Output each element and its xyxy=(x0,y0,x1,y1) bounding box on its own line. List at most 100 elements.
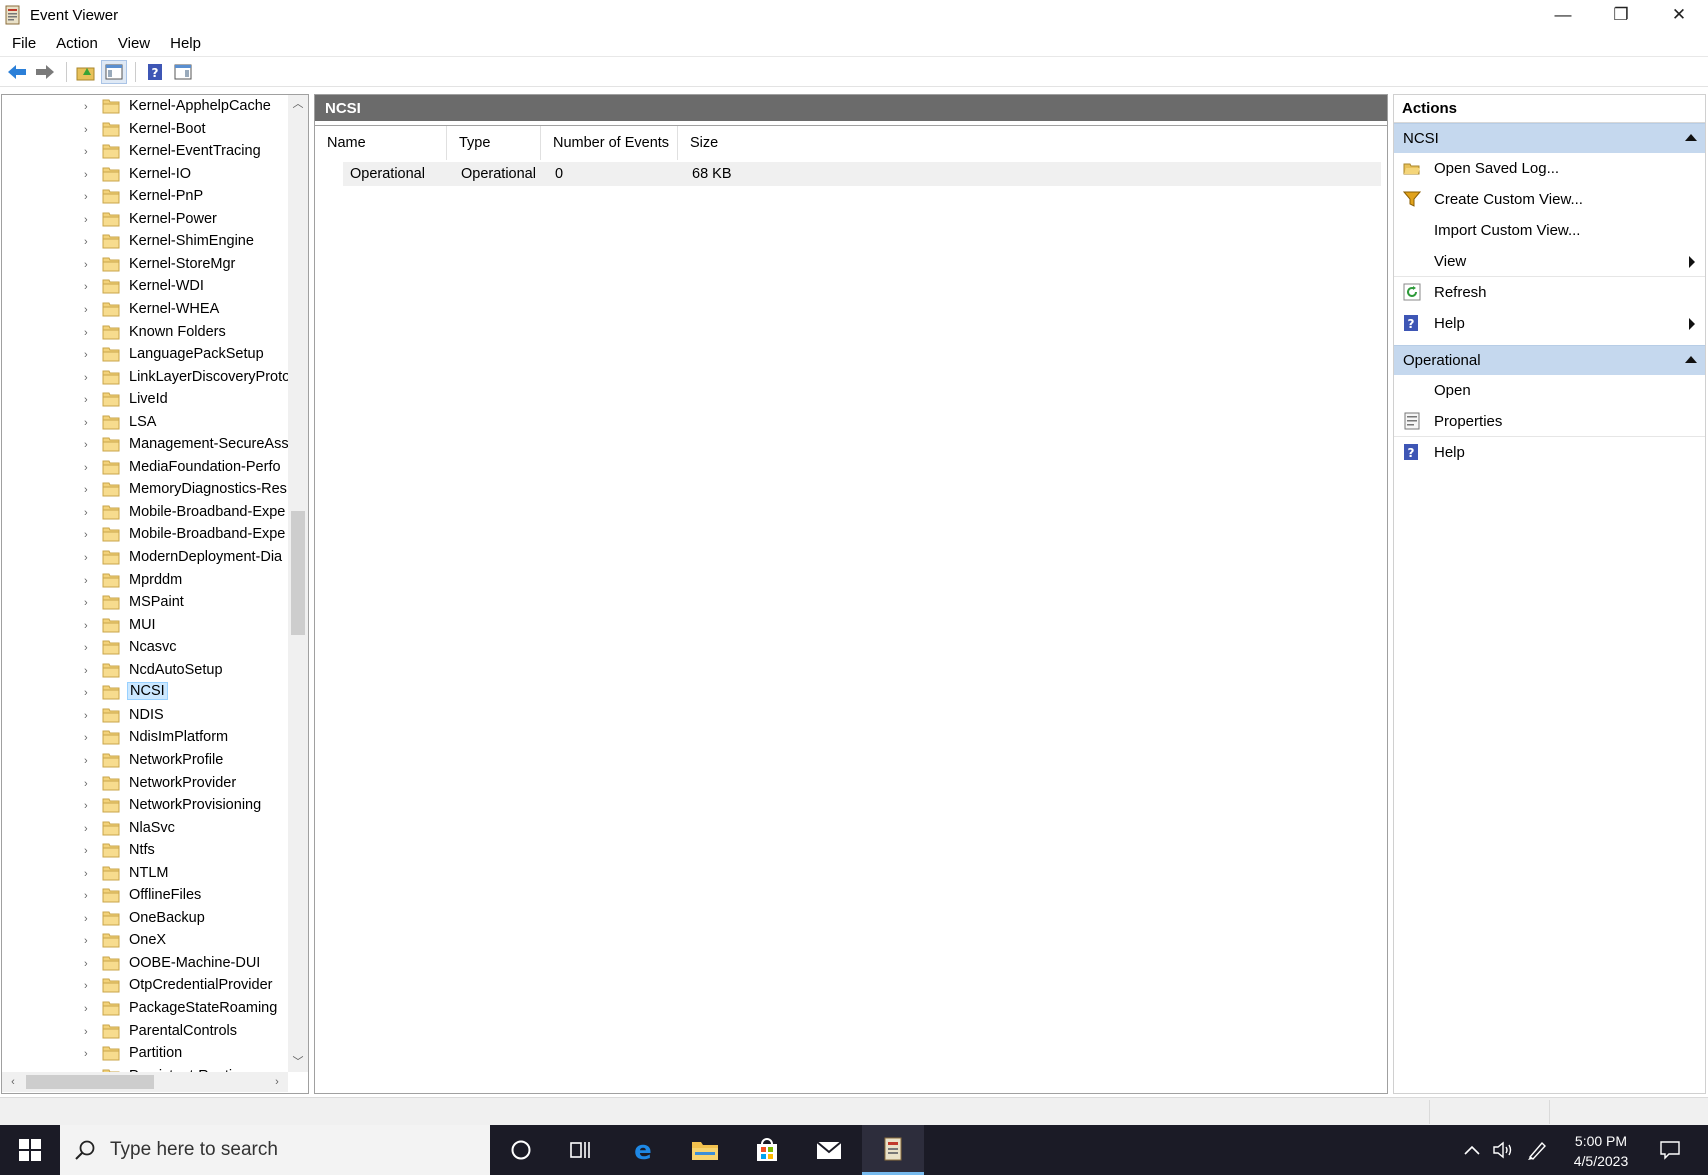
tree-horizontal-scrollbar[interactable]: ‹ › xyxy=(2,1072,288,1092)
expand-chevron-icon[interactable]: › xyxy=(84,958,94,969)
tree-item[interactable]: › NCSI xyxy=(2,682,288,704)
expand-chevron-icon[interactable]: › xyxy=(84,733,94,744)
expand-chevron-icon[interactable]: › xyxy=(84,598,94,609)
expand-chevron-icon[interactable]: › xyxy=(84,124,94,135)
expand-chevron-icon[interactable]: › xyxy=(84,214,94,225)
menu-help[interactable]: Help xyxy=(162,35,209,52)
expand-chevron-icon[interactable]: › xyxy=(84,372,94,383)
tree-item[interactable]: › ParentalControls xyxy=(2,1021,288,1043)
column-header-number-of-events[interactable]: Number of Events xyxy=(541,126,678,160)
expand-chevron-icon[interactable]: › xyxy=(84,282,94,293)
expand-chevron-icon[interactable]: › xyxy=(84,710,94,721)
scroll-down-icon[interactable]: ﹀ xyxy=(291,1055,305,1069)
scroll-right-icon[interactable]: › xyxy=(270,1075,284,1089)
tree-item[interactable]: › PackageStateRoaming xyxy=(2,998,288,1020)
tree-item[interactable]: › OOBE-Machine-DUI xyxy=(2,953,288,975)
tree-item[interactable]: › Mobile-Broadband-Expe xyxy=(2,524,288,546)
close-button[interactable]: ✕ xyxy=(1650,0,1708,30)
action-help[interactable]: ? Help xyxy=(1394,308,1705,339)
expand-chevron-icon[interactable]: › xyxy=(84,462,94,473)
back-button[interactable] xyxy=(4,60,30,84)
tree-item[interactable]: › NetworkProfile xyxy=(2,750,288,772)
mail-taskbar-button[interactable] xyxy=(798,1125,860,1175)
expand-chevron-icon[interactable]: › xyxy=(84,1049,94,1060)
expand-chevron-icon[interactable]: › xyxy=(84,981,94,992)
action-refresh[interactable]: Refresh xyxy=(1394,277,1705,308)
expand-chevron-icon[interactable]: › xyxy=(84,169,94,180)
tree-item[interactable]: › MUI xyxy=(2,615,288,637)
start-button[interactable] xyxy=(0,1125,60,1175)
tree-item[interactable]: › Ncasvc xyxy=(2,637,288,659)
horizontal-scrollbar-thumb[interactable] xyxy=(26,1075,154,1089)
tree-item[interactable]: › ModernDeployment-Dia xyxy=(2,547,288,569)
table-row[interactable]: Operational Operational 0 68 KB xyxy=(343,162,1381,186)
expand-chevron-icon[interactable]: › xyxy=(84,620,94,631)
tree-item[interactable]: › NetworkProvisioning xyxy=(2,795,288,817)
tree-item[interactable]: › Kernel-StoreMgr xyxy=(2,254,288,276)
tree-item[interactable]: › Known Folders xyxy=(2,322,288,344)
menu-action[interactable]: Action xyxy=(48,35,106,52)
tree-item[interactable]: › Partition xyxy=(2,1043,288,1065)
expand-chevron-icon[interactable]: › xyxy=(84,1004,94,1015)
section-header-ncsi[interactable]: NCSI xyxy=(1394,123,1705,153)
menu-file[interactable]: File xyxy=(4,35,44,52)
tree-item[interactable]: › LinkLayerDiscoveryProto xyxy=(2,367,288,389)
expand-chevron-icon[interactable]: › xyxy=(84,778,94,789)
expand-chevron-icon[interactable]: › xyxy=(84,868,94,879)
tree-item[interactable]: › Kernel-IO xyxy=(2,164,288,186)
store-taskbar-button[interactable] xyxy=(736,1125,798,1175)
expand-chevron-icon[interactable]: › xyxy=(84,643,94,654)
tree-item[interactable]: › Kernel-Boot xyxy=(2,119,288,141)
tree-item[interactable]: › NTLM xyxy=(2,863,288,885)
volume-button[interactable] xyxy=(1488,1125,1518,1175)
expand-chevron-icon[interactable]: › xyxy=(84,823,94,834)
expand-chevron-icon[interactable]: › xyxy=(84,936,94,947)
tree-item[interactable]: › Kernel-ApphelpCache xyxy=(2,96,288,118)
tree-item[interactable]: › MSPaint xyxy=(2,592,288,614)
collapse-icon[interactable] xyxy=(1685,134,1697,141)
tree-item[interactable]: › MediaFoundation-Perfo xyxy=(2,457,288,479)
cortana-button[interactable] xyxy=(490,1125,552,1175)
tree-item[interactable]: › Kernel-WHEA xyxy=(2,299,288,321)
tree-item[interactable]: › OtpCredentialProvider xyxy=(2,975,288,997)
tree-item[interactable]: › NetworkProvider xyxy=(2,773,288,795)
minimize-button[interactable]: — xyxy=(1534,0,1592,30)
tree-item[interactable]: › Management-SecureAss xyxy=(2,434,288,456)
tree-item[interactable]: › Kernel-WDI xyxy=(2,276,288,298)
expand-chevron-icon[interactable]: › xyxy=(84,507,94,518)
tree-item[interactable]: › OfflineFiles xyxy=(2,885,288,907)
edge-taskbar-button[interactable]: e xyxy=(612,1125,674,1175)
tree-item[interactable]: › Mobile-Broadband-Expe xyxy=(2,502,288,524)
expand-chevron-icon[interactable]: › xyxy=(84,259,94,270)
action-center-button[interactable] xyxy=(1652,1125,1688,1175)
expand-chevron-icon[interactable]: › xyxy=(84,913,94,924)
expand-chevron-icon[interactable]: › xyxy=(84,147,94,158)
action-open-saved-log[interactable]: Open Saved Log... xyxy=(1394,153,1705,184)
expand-chevron-icon[interactable]: › xyxy=(84,485,94,496)
expand-chevron-icon[interactable]: › xyxy=(84,530,94,541)
show-hidden-icons-button[interactable] xyxy=(1458,1125,1486,1175)
action-create-custom-view[interactable]: Create Custom View... xyxy=(1394,184,1705,215)
tree-item[interactable]: › LanguagePackSetup xyxy=(2,344,288,366)
action-import-custom-view[interactable]: Import Custom View... xyxy=(1394,215,1705,246)
section-header-operational[interactable]: Operational xyxy=(1394,345,1705,375)
expand-chevron-icon[interactable]: › xyxy=(84,440,94,451)
expand-chevron-icon[interactable]: › xyxy=(84,755,94,766)
column-header-size[interactable]: Size xyxy=(678,126,758,160)
tree-item[interactable]: › NdisImPlatform xyxy=(2,727,288,749)
action-view[interactable]: View xyxy=(1394,246,1705,277)
tree-item[interactable]: › Kernel-PnP xyxy=(2,186,288,208)
pen-workspace-button[interactable] xyxy=(1522,1125,1552,1175)
menu-view[interactable]: View xyxy=(110,35,158,52)
expand-chevron-icon[interactable]: › xyxy=(84,237,94,248)
expand-chevron-icon[interactable]: › xyxy=(84,350,94,361)
action-help-operational[interactable]: ? Help xyxy=(1394,437,1705,468)
expand-chevron-icon[interactable]: › xyxy=(84,395,94,406)
expand-chevron-icon[interactable]: › xyxy=(84,801,94,812)
expand-chevron-icon[interactable]: › xyxy=(84,417,94,428)
column-header-type[interactable]: Type xyxy=(447,126,541,160)
tree-item[interactable]: › NlaSvc xyxy=(2,818,288,840)
tree-item[interactable]: › NcdAutoSetup xyxy=(2,660,288,682)
show-hide-console-tree-button[interactable] xyxy=(101,59,127,84)
expand-chevron-icon[interactable]: › xyxy=(84,327,94,338)
